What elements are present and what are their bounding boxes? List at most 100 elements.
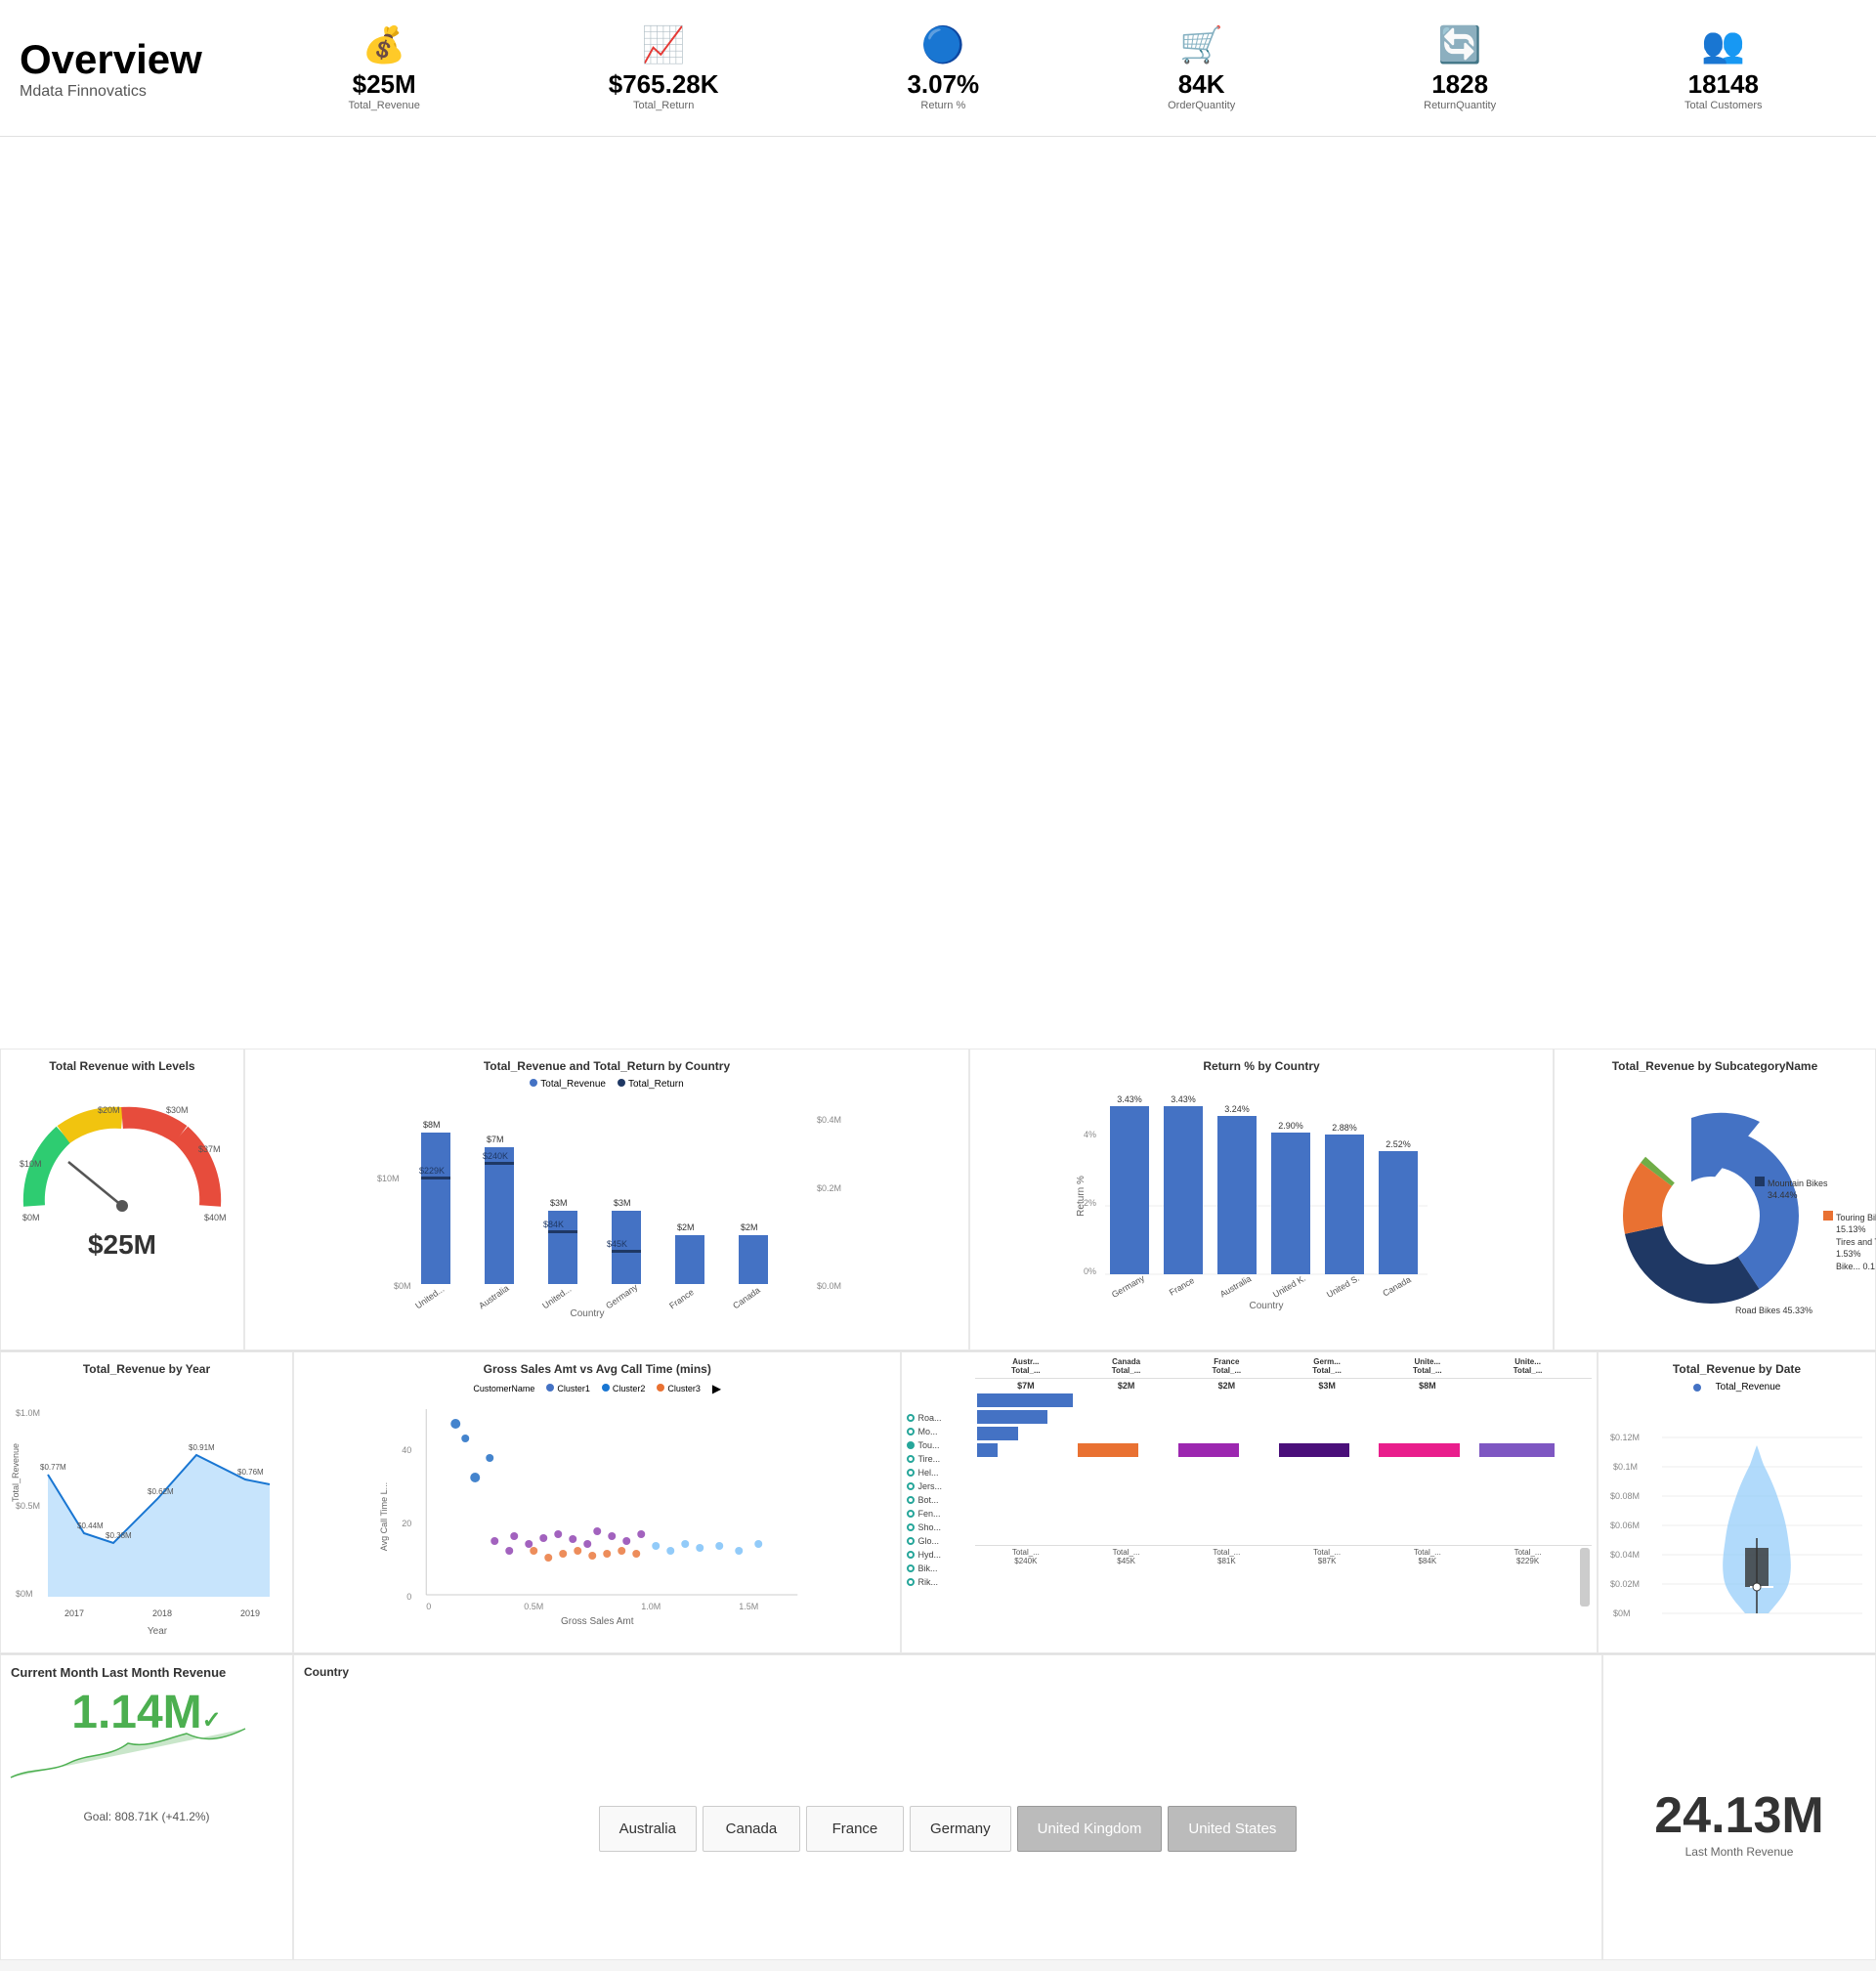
svg-text:Gross Sales Amt: Gross Sales Amt [561,1616,634,1627]
current-month-panel: Current Month Last Month Revenue 1.14M✓ … [0,1654,293,1960]
country-btn-france[interactable]: France [806,1806,904,1852]
svg-text:2.52%: 2.52% [1386,1139,1411,1149]
svg-text:$0.0M: $0.0M [817,1281,841,1291]
percent-icon: 🔵 [921,24,965,65]
kpi-order-qty: 🛒 84K OrderQuantity [1168,24,1235,111]
scatter-panel: Gross Sales Amt vs Avg Call Time (mins) … [293,1351,901,1653]
scatter-title: Gross Sales Amt vs Avg Call Time (mins) [304,1362,890,1376]
kpi-revenue-label: Total_Revenue [348,100,419,111]
svg-text:$84K: $84K [543,1220,564,1229]
country-btn-australia[interactable]: Australia [599,1806,697,1852]
money-icon: 💰 [362,24,406,65]
donut-panel: Total_Revenue by SubcategoryName Mountai… [1554,1049,1876,1350]
matrix-scrollbar[interactable] [1580,1548,1590,1607]
kpi-customers-label: Total Customers [1684,100,1762,111]
svg-text:3.24%: 3.24% [1224,1104,1250,1114]
svg-text:$0.04M: $0.04M [1610,1550,1640,1560]
svg-text:Road Bikes 45.33%: Road Bikes 45.33% [1735,1306,1812,1315]
svg-text:0.5M: 0.5M [524,1602,543,1611]
svg-text:$45K: $45K [607,1239,627,1249]
kpi-items: 💰 $25M Total_Revenue 📈 $765.28K Total_Re… [254,24,1856,111]
line-svg: $1.0M $0.5M $0M $0.77M $0.44M $0.38M $0.… [11,1382,294,1636]
svg-text:Australia: Australia [477,1283,510,1310]
svg-text:0: 0 [406,1592,411,1602]
svg-text:$10M: $10M [377,1174,400,1183]
svg-text:$8M: $8M [423,1120,441,1130]
scatter-legend: CustomerName Cluster1 Cluster2 Cluster3 … [304,1382,890,1395]
svg-text:$37M: $37M [198,1144,221,1154]
matrix-columns: Austr...Total_... CanadaTotal_... France… [975,1357,1592,1648]
header-section: Overview Mdata Finnovatics 💰 $25M Total_… [0,0,1876,137]
svg-text:$0.2M: $0.2M [817,1183,841,1193]
svg-text:Tires and T...: Tires and T... [1836,1237,1876,1247]
svg-text:2018: 2018 [152,1608,172,1618]
country-filter-panel[interactable]: Country Australia Canada France Germany … [293,1654,1602,1960]
svg-text:$3M: $3M [550,1198,568,1208]
svg-text:2019: 2019 [240,1608,260,1618]
svg-text:2017: 2017 [64,1608,84,1618]
svg-text:20: 20 [402,1519,411,1528]
violin-legend-label: Total_Revenue [1716,1382,1781,1393]
violin-title: Total_Revenue by Date [1608,1362,1865,1376]
kpi-pct-value: 3.07% [907,69,979,100]
svg-text:$0M: $0M [1613,1608,1631,1618]
country-btn-canada[interactable]: Canada [703,1806,800,1852]
svg-text:Mountain Bikes: Mountain Bikes [1768,1178,1828,1188]
svg-text:$0.06M: $0.06M [1610,1521,1640,1530]
scatter-expand-icon[interactable]: ▶ [712,1382,721,1395]
svg-text:40: 40 [402,1445,411,1455]
svg-text:$0M: $0M [22,1213,40,1222]
country-btn-uk[interactable]: United Kingdom [1017,1806,1163,1852]
svg-text:$240K: $240K [483,1151,508,1161]
current-month-title: Current Month Last Month Revenue [11,1665,282,1680]
revenue-return-title: Total_Revenue and Total_Return by Countr… [255,1059,959,1073]
return-pct-svg: 0% 2% 4% 3.43% 3.43% 3.24% 2.90% 2.88% 2… [980,1079,1543,1313]
checkmark-icon: ✓ [202,1707,222,1734]
matrix-panel: Roa... Mo... Tou... Tire... Hel... Jers.… [901,1351,1598,1653]
violin-legend: Total_Revenue [1608,1382,1865,1393]
violin-svg: $0M $0.02M $0.04M $0.06M $0.08M $0.1M $0… [1608,1396,1872,1631]
svg-text:$3M: $3M [614,1198,631,1208]
svg-text:0: 0 [426,1602,431,1611]
svg-text:Country: Country [570,1308,604,1319]
chart-icon: 📈 [642,24,686,65]
svg-text:$0.77M: $0.77M [40,1463,66,1472]
svg-text:Australia: Australia [1218,1273,1253,1299]
current-month-value: 1.14M✓ [71,1690,222,1736]
goal-text: Goal: 808.71K (+41.2%) [11,1810,282,1823]
svg-text:3.43%: 3.43% [1117,1094,1142,1104]
svg-text:1.0M: 1.0M [641,1602,661,1611]
svg-text:2.88%: 2.88% [1332,1123,1357,1133]
country-buttons-container: Australia Canada France Germany United K… [304,1687,1592,1971]
violin-panel: Total_Revenue by Date Total_Revenue $0M … [1598,1351,1876,1653]
svg-text:$0M: $0M [394,1281,411,1291]
svg-text:$0.08M: $0.08M [1610,1491,1640,1501]
line-chart-panel: Total_Revenue by Year $1.0M $0.5M $0M $0… [0,1351,293,1653]
svg-text:Germany: Germany [604,1282,639,1311]
svg-text:$0.4M: $0.4M [817,1115,841,1125]
svg-text:1.5M: 1.5M [739,1602,758,1611]
kpi-return-label: Total_Return [633,100,694,111]
kpi-customers-value: 18148 [1688,69,1759,100]
country-btn-us[interactable]: United States [1168,1806,1297,1852]
gauge-title: Total Revenue with Levels [49,1059,194,1073]
svg-text:15.13%: 15.13% [1836,1224,1866,1234]
revenue-return-svg: $0M $10M $0.0M $0.2M $0.4M $8M $229K $7M… [255,1093,959,1308]
legend-return: Total_Return [628,1079,684,1090]
svg-text:Return %: Return % [1076,1176,1087,1217]
kpi-customers: 👥 18148 Total Customers [1684,24,1762,111]
svg-text:$7M: $7M [487,1135,504,1144]
subcategory-list: Roa... Mo... Tou... Tire... Hel... Jers.… [907,1357,975,1648]
svg-text:$1.0M: $1.0M [16,1408,40,1418]
svg-text:$0.44M: $0.44M [77,1521,104,1530]
return-pct-title: Return % by Country [980,1059,1543,1073]
kpi-order-label: OrderQuantity [1168,100,1235,111]
svg-text:34.44%: 34.44% [1768,1190,1798,1200]
svg-text:Canada: Canada [731,1285,762,1310]
svg-text:$0.91M: $0.91M [189,1443,215,1452]
legend-revenue: Total_Revenue [540,1079,606,1090]
svg-text:1.53%: 1.53% [1836,1249,1861,1259]
svg-text:$20M: $20M [98,1105,120,1115]
svg-text:France: France [667,1287,696,1310]
country-btn-germany[interactable]: Germany [910,1806,1011,1852]
